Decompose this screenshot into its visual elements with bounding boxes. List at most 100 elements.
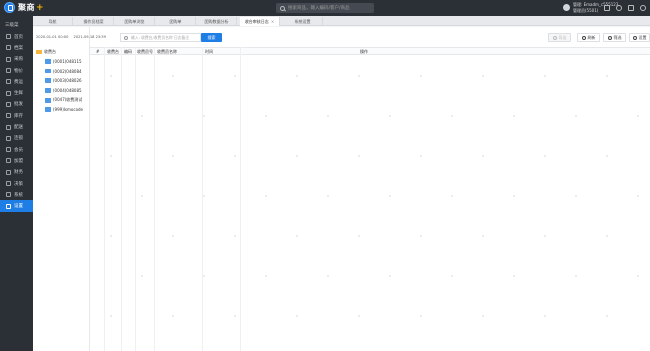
tab-label: 操作员档案 bbox=[83, 18, 104, 24]
tree-item[interactable]: (0047)收费测试 bbox=[45, 97, 82, 103]
watermark-dot bbox=[451, 275, 453, 277]
tab[interactable]: 收台审核日志 × bbox=[240, 17, 280, 26]
tab[interactable]: 团购单浏览 bbox=[115, 17, 155, 26]
sidebar-item[interactable]: 加盟 bbox=[0, 155, 33, 166]
sidebar-item[interactable]: 决策 bbox=[0, 178, 33, 189]
refresh-label: 刷新 bbox=[587, 34, 596, 40]
sidebar-item-label: 系统 bbox=[14, 192, 23, 198]
watermark-dot bbox=[234, 315, 236, 317]
truck-icon bbox=[6, 79, 11, 85]
column-header[interactable]: 操作 bbox=[360, 49, 368, 55]
sidebar-item[interactable]: 物价 bbox=[0, 65, 33, 76]
lock-icon[interactable] bbox=[628, 5, 634, 11]
watermark-dot bbox=[482, 155, 484, 157]
tab[interactable]: 导航 bbox=[33, 17, 73, 26]
sidebar-item-label: 档案 bbox=[14, 45, 23, 51]
partner-icon bbox=[6, 158, 11, 164]
tree-root[interactable]: 收费台 bbox=[36, 49, 56, 55]
sidebar-item[interactable]: 连锁 bbox=[0, 133, 33, 144]
column-header[interactable]: 收费台 bbox=[107, 49, 119, 55]
sidebar-item-label: 批发 bbox=[14, 102, 23, 108]
column-header[interactable]: 时间 bbox=[205, 49, 213, 55]
tab[interactable]: 团购数据分析 bbox=[197, 17, 237, 26]
sidebar-item[interactable]: 系统 bbox=[0, 189, 33, 200]
sidebar-item[interactable]: 档案 bbox=[0, 42, 33, 53]
watermark-dot bbox=[389, 195, 391, 197]
sidebar-item[interactable]: 采购 bbox=[0, 54, 33, 65]
tree-item[interactable]: (0004)048085 bbox=[45, 88, 82, 93]
tree-item[interactable]: (0001)048115 bbox=[45, 59, 82, 64]
help-icon[interactable] bbox=[616, 5, 622, 11]
tree-item[interactable]: (0003)048026 bbox=[45, 78, 82, 83]
folder-icon bbox=[45, 78, 51, 83]
tab[interactable]: 团购单 bbox=[156, 17, 196, 26]
export-label: 导出 bbox=[558, 34, 567, 40]
watermark-dot bbox=[389, 115, 391, 117]
tab-label: 团购单浏览 bbox=[124, 18, 145, 24]
tree-item[interactable]: (999)Ismocode bbox=[45, 107, 83, 112]
sidebar-item[interactable]: 财务 bbox=[0, 167, 33, 178]
refresh-button[interactable]: 刷新 bbox=[577, 33, 600, 42]
watermark-dot bbox=[637, 115, 639, 117]
tab[interactable]: 系统设置 bbox=[283, 17, 323, 26]
sidebar-item[interactable]: 批发 bbox=[0, 99, 33, 110]
watermark-dot bbox=[420, 235, 422, 237]
column-header[interactable]: 收费员名称 bbox=[157, 49, 177, 55]
watermark-dot bbox=[234, 75, 236, 77]
sidebar-section-label[interactable]: 三级菜 bbox=[0, 16, 33, 31]
watermark-dot bbox=[482, 235, 484, 237]
filter-button[interactable]: 筛选 bbox=[603, 33, 626, 42]
watermark-dot bbox=[203, 115, 205, 117]
home-icon bbox=[6, 34, 11, 40]
sidebar-item[interactable]: 费运 bbox=[0, 76, 33, 87]
watermark-dot bbox=[265, 115, 267, 117]
filter-label: 筛选 bbox=[613, 34, 622, 40]
tab-bar: 导航 操作员档案 团购单浏览 团购单 团购数据分析 收台审核日志 × 系统设置 bbox=[33, 16, 650, 26]
column-header[interactable]: 收费员号 bbox=[137, 49, 153, 55]
watermark-dot bbox=[358, 315, 360, 317]
sidebar-item[interactable]: 生鲜 bbox=[0, 87, 33, 98]
main-content: 2020-01-01 00:00 2021-09-18 23:59 收费台 (0… bbox=[33, 27, 650, 351]
export-button[interactable]: 导出 bbox=[548, 33, 571, 42]
search-input[interactable]: 输入: 收费台/收费员名称 日志备注 bbox=[120, 33, 201, 42]
tree-item-label: (0003)048026 bbox=[53, 78, 82, 84]
tree-item[interactable]: (0002)048084 bbox=[45, 69, 82, 74]
app-logo[interactable]: 聚商 + bbox=[4, 2, 44, 13]
settings-button[interactable]: 设置 bbox=[629, 33, 650, 42]
search-button[interactable]: 搜索 bbox=[201, 33, 222, 42]
tree-item-label: (0001)048115 bbox=[53, 59, 82, 64]
grid-divider bbox=[121, 47, 122, 351]
close-icon[interactable]: × bbox=[271, 19, 274, 24]
watermark-dot bbox=[420, 155, 422, 157]
sidebar-item-label: 配送 bbox=[14, 125, 23, 131]
sidebar-item[interactable]: 会员 bbox=[0, 144, 33, 155]
sidebar-item-label: 连锁 bbox=[14, 136, 23, 142]
sidebar-item[interactable]: 设置 bbox=[0, 200, 33, 212]
tab[interactable]: 操作员档案 bbox=[74, 17, 114, 26]
chart-icon bbox=[6, 181, 11, 186]
tab-label: 团购单 bbox=[169, 18, 182, 24]
date-start[interactable]: 2020-01-01 00:00 bbox=[36, 35, 68, 39]
column-header[interactable]: # bbox=[96, 49, 99, 54]
cart-icon bbox=[6, 56, 11, 62]
tree-item-label: (0002)048084 bbox=[53, 68, 82, 74]
watermark-dot bbox=[420, 315, 422, 317]
watermark-dot bbox=[451, 115, 453, 117]
watermark-dot bbox=[234, 235, 236, 237]
watermark-dot bbox=[327, 115, 329, 117]
sidebar-item[interactable]: 首页 bbox=[0, 31, 33, 42]
left-panel: 2020-01-01 00:00 2021-09-18 23:59 收费台 (0… bbox=[33, 27, 106, 351]
export-icon bbox=[552, 35, 557, 40]
watermark-dot bbox=[513, 195, 515, 197]
watermark-dot bbox=[451, 195, 453, 197]
global-search-input[interactable]: 搜索商品，输入编码/客户/商品 bbox=[276, 3, 374, 13]
member-icon bbox=[6, 147, 11, 153]
message-icon[interactable] bbox=[604, 5, 610, 11]
sidebar-item[interactable]: 库存 bbox=[0, 110, 33, 121]
search-placeholder: 输入: 收费台/收费员名称 日志备注 bbox=[131, 34, 190, 40]
column-header[interactable]: 编码 bbox=[124, 49, 132, 55]
watermark-dot bbox=[513, 115, 515, 117]
sidebar-item[interactable]: 配送 bbox=[0, 121, 33, 132]
watermark-dot bbox=[358, 155, 360, 157]
power-icon[interactable] bbox=[640, 5, 646, 11]
